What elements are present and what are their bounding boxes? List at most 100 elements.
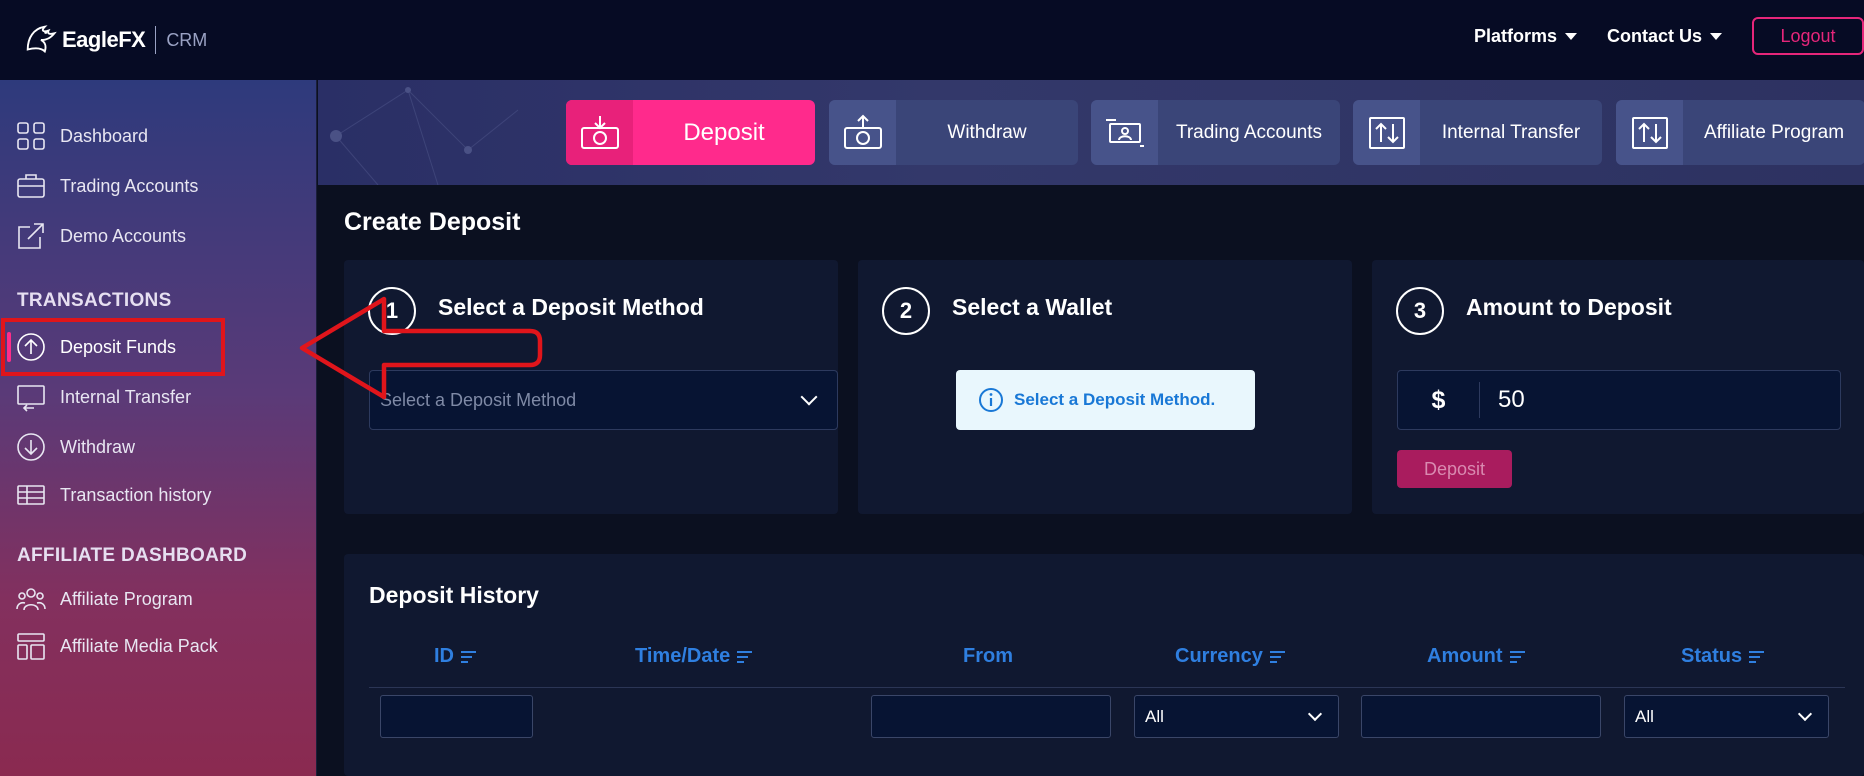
annotation-highlight-box [1,318,225,376]
grid-icon [16,121,46,151]
sidebar-item-label: Demo Accounts [60,225,187,246]
sidebar-item-trading-accounts[interactable]: Trading Accounts [0,164,317,208]
tab-label: Affiliate Program [1703,121,1845,143]
action-banner: Deposit Withdraw Trading Accounts Intern… [318,80,1864,185]
chevron-down-icon [1307,706,1323,721]
page-title: Create Deposit [344,208,521,236]
transactions-heading: TRANSACTIONS [17,290,172,311]
column-label: Time/Date [635,645,731,667]
header-divider [369,687,1845,688]
logo[interactable]: EagleFX CRM [22,12,207,68]
caret-down-icon [1710,32,1722,40]
logo-divider [155,26,157,54]
sidebar-item-dashboard[interactable]: Dashboard [0,114,317,158]
column-header-from[interactable]: From [963,645,1013,668]
column-header-status[interactable]: Status [1681,645,1765,668]
currency-symbol: $ [1398,382,1480,418]
column-label: Status [1681,645,1743,667]
sidebar-item-label: Withdraw [60,436,136,457]
step-card-wallet: 2 Select a Wallet Select a Deposit Metho… [858,260,1352,514]
chevron-down-icon [1797,706,1813,721]
sidebar-item-demo-accounts[interactable]: Demo Accounts [0,214,317,258]
tab-affiliate-program[interactable]: Affiliate Program [1616,100,1864,165]
share-out-icon [16,221,46,251]
top-nav: Platforms Contact Us Logout [1474,17,1864,55]
column-header-amount[interactable]: Amount [1427,645,1525,668]
column-header-currency[interactable]: Currency [1175,645,1285,668]
contact-us-label: Contact Us [1606,25,1702,46]
tab-label: Internal Transfer [1441,121,1581,143]
filter-id-input[interactable] [380,695,533,738]
step-number: 3 [1396,287,1444,335]
caret-down-icon [1564,32,1577,40]
trading-account-icon [1091,100,1158,165]
affiliate-dashboard-heading: AFFILIATE DASHBOARD [17,545,248,566]
users-icon [16,584,46,614]
history-title: Deposit History [369,582,539,608]
step-card-amount: 3 Amount to Deposit $ Deposit [1372,260,1864,514]
eagle-logo-icon [26,25,57,54]
info-icon [979,388,1003,412]
sidebar-item-transaction-history[interactable]: Transaction history [0,473,317,517]
tab-label: Trading Accounts [1175,121,1323,143]
platforms-menu[interactable]: Platforms [1474,26,1577,47]
filter-amount-input[interactable] [1361,695,1601,738]
sidebar: Dashboard Trading Accounts Demo Accounts… [0,80,317,776]
sort-lines-icon [1509,650,1525,663]
deposit-button[interactable]: Deposit [1397,450,1512,488]
briefcase-icon [16,171,46,201]
sort-lines-icon [461,650,476,663]
filter-currency-select[interactable]: All [1134,695,1339,738]
table-icon [16,480,46,510]
platforms-label: Platforms [1473,25,1557,46]
select-value: All [1145,706,1164,726]
internal-transfer-icon [1353,100,1420,165]
filter-from-input[interactable] [871,695,1111,738]
amount-input[interactable] [1480,386,1840,414]
arrow-down-circle-icon [16,432,46,462]
step-title: Select a Wallet [952,294,1113,320]
column-label: Amount [1427,645,1503,667]
sidebar-item-withdraw[interactable]: Withdraw [0,425,317,469]
deposit-money-icon [566,100,633,165]
sidebar-item-label: Transaction history [60,484,212,505]
sidebar-item-affiliate-media-pack[interactable]: Affiliate Media Pack [0,624,317,668]
amount-field: $ [1397,370,1841,430]
transfer-icon [16,382,46,412]
sidebar-item-label: Internal Transfer [60,386,192,407]
sort-lines-icon [1269,650,1285,663]
column-label: ID [434,645,454,667]
logout-button[interactable]: Logout [1752,17,1864,55]
sort-lines-icon [737,650,753,663]
info-text: Select a Deposit Method. [1014,390,1216,409]
wallet-info-alert: Select a Deposit Method. [956,370,1255,430]
step-title: Amount to Deposit [1466,294,1672,320]
affiliate-transfer-icon [1616,100,1683,165]
sidebar-item-affiliate-program[interactable]: Affiliate Program [0,577,317,621]
deposit-history-panel: Deposit History ID Time/Date From Curren… [344,554,1864,776]
sidebar-item-internal-transfer[interactable]: Internal Transfer [0,375,317,419]
column-header-time-date[interactable]: Time/Date [635,645,753,668]
tab-label: Deposit [683,118,765,146]
step-number: 2 [882,287,930,335]
sidebar-item-label: Trading Accounts [60,175,199,196]
logo-suffix: CRM [166,29,208,50]
tab-deposit[interactable]: Deposit [566,100,815,165]
withdraw-money-icon [829,100,896,165]
chevron-down-icon [800,388,818,406]
tab-trading-accounts[interactable]: Trading Accounts [1091,100,1340,165]
column-header-id[interactable]: ID [434,645,476,668]
tab-internal-transfer[interactable]: Internal Transfer [1353,100,1602,165]
tab-label: Withdraw [947,121,1027,143]
column-label: Currency [1175,645,1263,667]
tab-withdraw[interactable]: Withdraw [829,100,1078,165]
sidebar-item-label: Affiliate Media Pack [60,635,218,656]
logo-text: EagleFX [62,27,146,52]
contact-us-menu[interactable]: Contact Us [1607,26,1722,47]
top-bar: EagleFX CRM Platforms Contact Us Logout [0,0,1864,80]
annotation-arrow-icon [299,296,543,400]
sidebar-item-label: Affiliate Program [60,588,193,609]
select-value: All [1635,706,1654,726]
layout-icon [16,631,46,661]
filter-status-select[interactable]: All [1624,695,1829,738]
